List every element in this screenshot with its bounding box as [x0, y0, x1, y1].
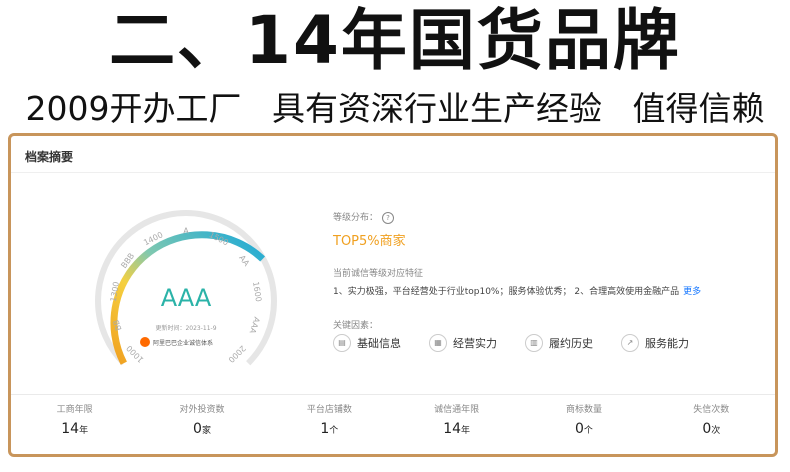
stats-row: 工商年限 14年 对外投资数 0家 平台店铺数 1个 诚信通年限 14年 商标数… — [11, 402, 775, 437]
stat-investments: 对外投资数 0家 — [138, 402, 265, 437]
stat-label: 工商年限 — [56, 405, 93, 415]
stat-shops: 平台店铺数 1个 — [266, 402, 393, 437]
stat-label: 商标数量 — [565, 405, 602, 415]
rank-row: 等级分布：? — [333, 210, 395, 224]
trend-icon: ↗ — [621, 334, 639, 352]
subline-part-3: 值得信赖 — [632, 89, 765, 128]
stat-value: 14年 — [61, 421, 89, 437]
rank-value: TOP5%商家 — [333, 234, 406, 249]
gauge-tick-label: A — [183, 227, 189, 236]
stat-value: 0个 — [575, 421, 593, 437]
gauge-tick-label: 2000 — [227, 344, 248, 365]
subline-part-1: 2009开办工厂 — [25, 89, 242, 128]
factor-business-strength[interactable]: ▦ 经营实力 — [429, 334, 497, 352]
credit-gauge: 1000BB1300BBB1400 A 1500AA1600AAA2000 AAA … — [95, 209, 277, 366]
stat-value: 1个 — [320, 421, 339, 437]
factor-fulfillment-history[interactable]: ▥ 履约历史 — [525, 334, 593, 352]
gauge-tick-label: AAA — [247, 316, 261, 335]
gauge-tick-label: 1000 — [125, 344, 146, 365]
stat-trustpass-years: 诚信通年限 14年 — [393, 402, 520, 437]
card-title: 档案摘要 — [25, 150, 74, 164]
info-icon: ▤ — [333, 334, 351, 352]
stat-value: 14年 — [443, 421, 471, 437]
gauge-tick-label: 1500 — [208, 230, 230, 247]
divider — [11, 172, 775, 173]
rank-label: 等级分布： — [333, 213, 379, 223]
help-icon[interactable]: ? — [382, 211, 395, 224]
gauge-tick-label: AA — [237, 254, 251, 269]
verification-label: 当前诚信等级对应特征 — [333, 269, 424, 279]
factor-basic-info[interactable]: ▤ 基础信息 — [333, 334, 401, 352]
gauge-update-time: 更新时间：2023-11-9 — [155, 324, 216, 332]
stat-trademarks: 商标数量 0个 — [520, 402, 647, 437]
factor-label: 服务能力 — [645, 337, 689, 350]
stat-dishonesty: 失信次数 0次 — [648, 402, 775, 437]
subline-part-2: 具有资深行业生产经验 — [271, 89, 602, 128]
document-icon: ▥ — [525, 334, 543, 352]
factor-service-ability[interactable]: ↗ 服务能力 — [621, 334, 689, 352]
archive-summary-card: 档案摘要 1000 BB 1300 BBB 1400 A 1500 AA 1600 AAA 2000… — [8, 133, 778, 457]
gauge-tick-label: 1600 — [251, 281, 263, 303]
stat-label: 诚信通年限 — [434, 405, 480, 415]
factors-label: 关键因素： — [333, 321, 379, 331]
stat-label: 失信次数 — [693, 405, 730, 415]
factors-list: ▤ 基础信息 ▦ 经营实力 ▥ 履约历史 ↗ 服务能力 — [333, 334, 689, 352]
more-link[interactable]: 更多 — [683, 287, 701, 297]
divider — [11, 394, 775, 395]
factor-label: 经营实力 — [453, 337, 497, 350]
verification-text: 1、实力极强，平台经营处于行业top10%；服务体验优秀； 2、合理高效使用金融… — [333, 284, 701, 297]
stat-label: 平台店铺数 — [306, 405, 352, 415]
alibaba-logo-icon — [140, 337, 150, 347]
stat-label: 对外投资数 — [179, 405, 225, 415]
gauge-grade: AAA — [161, 284, 212, 312]
stat-business-years: 工商年限 14年 — [11, 402, 138, 437]
headline: 二、14年国货品牌 — [109, 2, 681, 79]
gauge-system-text: 阿里巴巴企业诚信体系 — [153, 339, 213, 347]
stat-value: 0家 — [193, 421, 211, 437]
chart-icon: ▦ — [429, 334, 447, 352]
verification-content: 1、实力极强，平台经营处于行业top10%；服务体验优秀； 2、合理高效使用金融… — [333, 287, 680, 297]
stat-value: 0次 — [702, 421, 721, 437]
subline: 2009开办工厂 具有资深行业生产经验 值得信赖 — [0, 86, 790, 132]
factor-label: 履约历史 — [549, 337, 593, 350]
factor-label: 基础信息 — [357, 337, 401, 350]
